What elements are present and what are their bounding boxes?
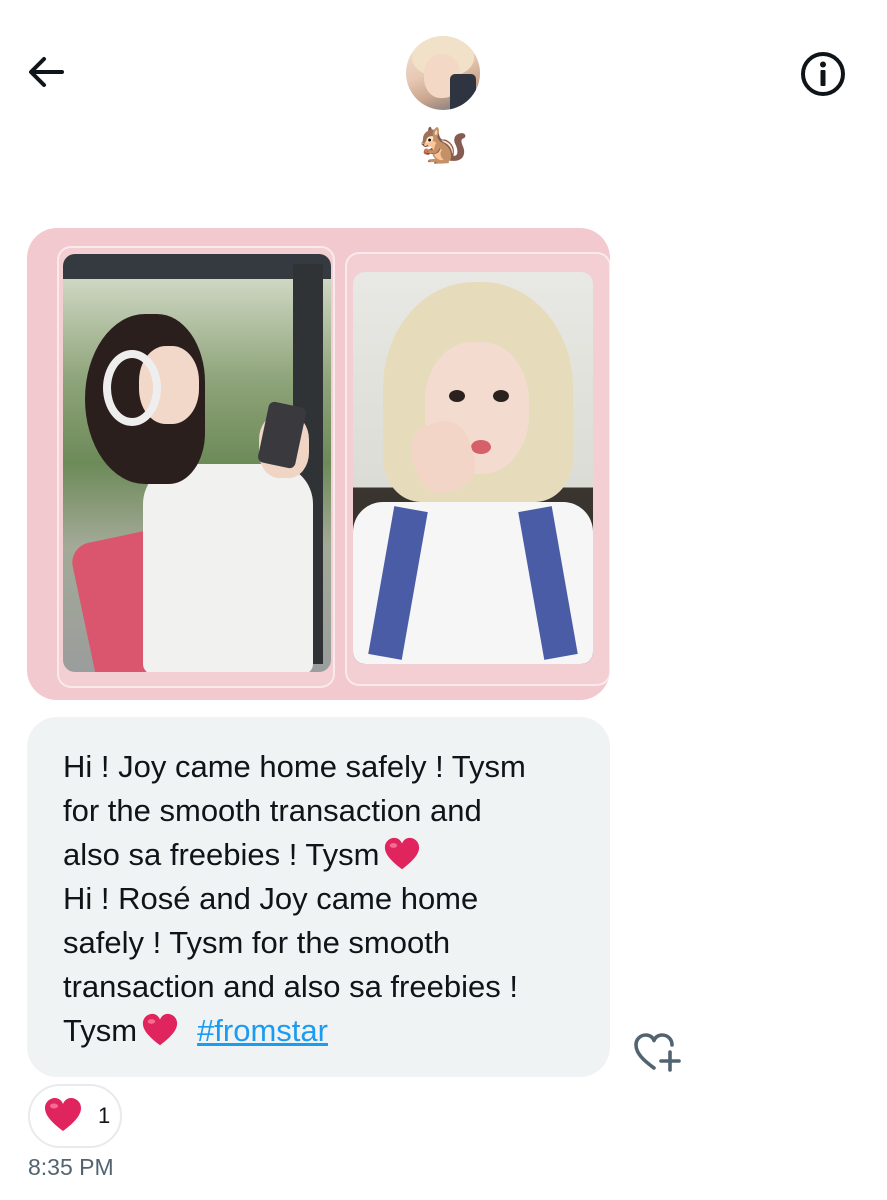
red-heart-icon [385,837,420,870]
message-line: transaction and also sa freebies ! [63,969,518,1004]
avatar[interactable] [406,36,480,110]
info-button[interactable] [797,48,849,100]
media-message[interactable] [27,228,610,700]
back-button[interactable] [22,48,70,96]
message-line: Hi ! Joy came home safely ! Tysm [63,749,526,784]
display-name[interactable]: 🐿️ [0,118,887,170]
message-line: also sa freebies ! Tysm [63,833,578,877]
message-line: safely ! Tysm for the smooth [63,925,451,960]
reaction-count: 1 [98,1103,111,1128]
photocard-right [353,272,593,664]
red-heart-icon [45,1098,81,1131]
message-line: Hi ! Rosé and Joy came home [63,881,479,916]
message-timestamp: 8:35 PM [28,1154,114,1180]
add-reaction-button[interactable] [630,1028,684,1076]
photocard-left [63,254,331,672]
text-message[interactable]: Hi ! Joy came home safely ! Tysm for the… [27,717,610,1077]
message-line: for the smooth transaction and [63,793,482,828]
message-line: Tysm #fromstar [63,1009,578,1053]
hashtag-link[interactable]: #fromstar [197,1009,328,1053]
heart-plus-icon [634,1033,681,1072]
red-heart-icon [142,1013,178,1046]
arrow-left-icon [29,57,64,87]
conversation-header: 🐿️ [0,0,887,190]
info-circle-icon [801,52,845,96]
reaction-badge[interactable]: 1 [28,1084,122,1148]
